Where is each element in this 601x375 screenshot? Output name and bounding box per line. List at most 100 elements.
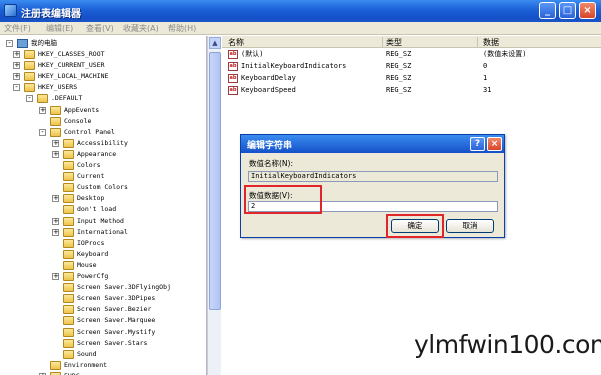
folder-icon	[63, 272, 74, 281]
scroll-up-icon[interactable]: ▲	[209, 37, 221, 49]
tree-node[interactable]: + Appearance	[52, 149, 200, 160]
folder-icon	[63, 305, 74, 315]
tree-node[interactable]: - .DEFAULT	[26, 93, 200, 104]
dialog-close-button[interactable]: ×	[487, 137, 502, 151]
menu-help[interactable]: 帮助(H)	[168, 23, 196, 34]
tree-node[interactable]: Screen Saver.Marquee	[52, 315, 200, 326]
tree-node[interactable]: Screen Saver.Bezier	[52, 304, 200, 315]
collapse-icon[interactable]: -	[39, 128, 46, 136]
tree-node[interactable]: Keyboard	[52, 249, 200, 260]
folder-icon	[63, 260, 74, 270]
expand-icon[interactable]: +	[39, 106, 46, 114]
tree-node[interactable]: + Desktop	[52, 193, 200, 204]
menu-view[interactable]: 查看(V)	[86, 23, 114, 34]
tree-node[interactable]: Current	[52, 171, 200, 182]
tree-node[interactable]: + International	[52, 227, 200, 238]
list-row[interactable]: ab (默认) REG_SZ (数值未设置)	[222, 49, 601, 60]
tree-node[interactable]: - HKEY_USERS	[13, 82, 200, 93]
scroll-thumb[interactable]	[209, 52, 221, 310]
tree-node-label: Colors	[77, 161, 101, 169]
tree-node-label: 我的电脑	[31, 39, 57, 47]
tree-node[interactable]: + HKEY_CLASSES_ROOT	[13, 49, 200, 60]
tree-node[interactable]: Sound	[52, 349, 200, 360]
folder-icon	[63, 238, 74, 248]
menu-edit[interactable]: 编辑(E)	[46, 23, 73, 34]
string-value-icon: ab	[228, 74, 238, 83]
expand-icon[interactable]: +	[13, 62, 20, 70]
folder-icon	[24, 61, 35, 71]
expand-icon[interactable]: +	[52, 228, 59, 236]
tree-node-my-computer[interactable]: - 我的电脑	[6, 38, 196, 49]
tree-node-label: Sound	[77, 349, 97, 358]
value-name-label: 数值名称(N):	[249, 159, 293, 168]
expand-icon[interactable]: +	[52, 150, 59, 158]
tree-node[interactable]: Screen Saver.3DFlyingObj	[52, 282, 200, 293]
tree-node[interactable]: don't load	[52, 204, 200, 215]
close-button[interactable]: ×	[579, 2, 596, 19]
tree-node-label: .DEFAULT	[51, 94, 83, 103]
help-button[interactable]: ?	[470, 137, 485, 151]
tree-node[interactable]: Screen Saver.3DPipes	[52, 293, 200, 304]
expand-icon[interactable]: +	[52, 273, 59, 280]
folder-icon	[63, 294, 74, 304]
tree-node-label: Appearance	[77, 149, 117, 158]
tree-node[interactable]: Mouse	[52, 260, 200, 271]
list-row[interactable]: ab InitialKeyboardIndicators REG_SZ 0	[222, 61, 601, 72]
folder-icon	[63, 338, 74, 348]
tree-node[interactable]: + Accessibility	[52, 138, 200, 149]
tree-node-label: Console	[64, 116, 92, 125]
expand-icon[interactable]: +	[13, 51, 20, 58]
cancel-button[interactable]: 取消	[446, 219, 494, 233]
tree-node[interactable]: Screen Saver.Mystify	[52, 327, 200, 338]
tree-node-label: Keyboard	[77, 249, 109, 258]
value-name-field: InitialKeyboardIndicators	[248, 171, 498, 182]
tree-node[interactable]: Screen Saver.Stars	[52, 338, 200, 349]
expand-icon[interactable]: +	[13, 73, 20, 81]
registry-tree[interactable]: - 我的电脑 + HKEY_CLASSES_ROOT + HKEY_CURRENT_U…	[0, 36, 207, 375]
tree-node-label: Screen Saver.Marquee	[77, 316, 156, 325]
tree-node-label: Control Panel	[64, 127, 115, 136]
tree-node-label: International	[77, 227, 128, 236]
string-value-icon: ab	[228, 50, 238, 59]
tree-node[interactable]: + Input Method	[52, 216, 200, 227]
tree-node[interactable]: Environment	[39, 360, 200, 371]
list-row[interactable]: ab KeyboardSpeed REG_SZ 31	[222, 85, 601, 96]
folder-icon	[63, 172, 74, 182]
folder-icon	[63, 227, 74, 237]
collapse-icon[interactable]: -	[13, 84, 20, 92]
expand-icon[interactable]: +	[52, 217, 59, 225]
tree-node-label: HKEY_CURRENT_USER	[38, 61, 105, 70]
collapse-icon[interactable]: -	[26, 95, 33, 103]
expand-icon[interactable]: +	[52, 195, 59, 203]
tree-node-label: Screen Saver.Mystify	[77, 327, 156, 336]
column-data[interactable]: 数据	[483, 37, 499, 48]
maximize-button[interactable]: □	[559, 2, 576, 19]
collapse-icon[interactable]: -	[6, 40, 13, 47]
folder-icon	[63, 138, 74, 148]
folder-icon	[37, 94, 48, 104]
tree-node[interactable]: IOProcs	[52, 238, 200, 249]
folder-icon	[24, 50, 35, 59]
minimize-button[interactable]: _	[539, 2, 556, 19]
tree-node[interactable]: Console	[39, 116, 200, 127]
tree-node[interactable]: + PowerCfg	[52, 271, 200, 282]
folder-icon	[63, 349, 74, 359]
tree-node[interactable]: + HKEY_CURRENT_USER	[13, 60, 200, 71]
column-type[interactable]: 类型	[386, 37, 402, 48]
tree-node[interactable]: + HKEY_LOCAL_MACHINE	[13, 71, 200, 82]
tree-node-label: EUDC	[64, 371, 80, 375]
menu-favorites[interactable]: 收藏夹(A)	[123, 23, 159, 34]
tree-node-label: Custom Colors	[77, 183, 128, 192]
tree-node[interactable]: Colors	[52, 160, 200, 171]
watermark: ylmfwin100.com	[414, 330, 601, 359]
column-name[interactable]: 名称	[228, 37, 244, 48]
tree-node[interactable]: +EUDC	[39, 371, 200, 375]
tree-node[interactable]: + AppEvents	[39, 105, 200, 116]
tree-scrollbar[interactable]: ▲	[207, 36, 221, 375]
menu-file[interactable]: 文件(F)	[4, 23, 31, 34]
tree-node[interactable]: Custom Colors	[52, 182, 200, 193]
tree-node[interactable]: - Control Panel	[39, 127, 200, 138]
list-row[interactable]: ab KeyboardDelay REG_SZ 1	[222, 73, 601, 84]
folder-icon	[24, 83, 35, 93]
expand-icon[interactable]: +	[52, 139, 59, 147]
